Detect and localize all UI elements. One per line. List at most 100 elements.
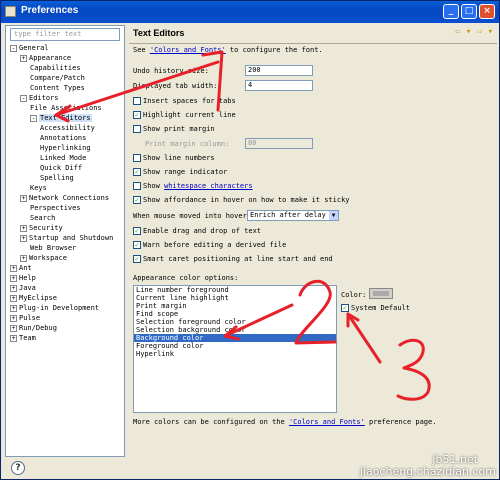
color-list-item[interactable]: Current line highlight — [134, 294, 336, 302]
insert-spaces-checkbox[interactable]: Insert spaces for tabs — [133, 97, 236, 105]
check-icon[interactable]: ✓ — [133, 111, 141, 119]
tree-item-label: Help — [19, 274, 36, 282]
appearance-color-list[interactable]: Line number foreground Current line highl… — [133, 285, 337, 413]
tree-item[interactable]: Annotations — [40, 133, 86, 143]
expand-icon[interactable]: + — [10, 294, 17, 302]
tree-item[interactable]: Content Types — [30, 83, 85, 93]
warn-derived-checkbox[interactable]: ✓ Warn before editing a derived file — [133, 241, 286, 249]
tree-item[interactable]: Compare/Patch — [30, 73, 85, 83]
color-picker-button[interactable] — [369, 288, 393, 299]
tree-item[interactable]: + Help — [10, 273, 36, 283]
color-list-item[interactable]: Background color — [134, 334, 336, 342]
whitespace-checkbox[interactable]: Show whitespace characters — [133, 182, 253, 190]
check-icon[interactable]: ✓ — [133, 227, 141, 235]
tree-item[interactable]: + Appearance — [20, 53, 71, 63]
color-list-item[interactable]: Find scope — [134, 310, 336, 318]
tree-item-label: MyEclipse — [19, 294, 57, 302]
tree-item[interactable]: Quick Diff — [40, 163, 82, 173]
tree-item[interactable]: - Editors — [20, 93, 59, 103]
color-list-item[interactable]: Hyperlink — [134, 350, 336, 358]
checkbox-box[interactable] — [133, 182, 141, 190]
tree-item[interactable]: Capabilities — [30, 63, 81, 73]
tab-width-field[interactable]: 4 — [245, 80, 313, 91]
highlight-line-checkbox[interactable]: ✓ Highlight current line — [133, 111, 236, 119]
close-button[interactable]: × — [479, 4, 495, 19]
color-list-item[interactable]: Selection foreground color — [134, 318, 336, 326]
undo-label: Undo history size: — [133, 67, 209, 75]
expand-icon[interactable]: + — [20, 254, 27, 262]
color-label: Color: — [341, 291, 367, 299]
tree-item[interactable]: + MyEclipse — [10, 293, 57, 303]
expand-icon[interactable]: + — [20, 234, 27, 242]
tree-item[interactable]: + Java — [10, 283, 36, 293]
tree-item[interactable]: + Ant — [10, 263, 32, 273]
check-icon[interactable]: ✓ — [133, 241, 141, 249]
help-icon[interactable]: ? — [11, 461, 25, 475]
check-icon[interactable]: ✓ — [341, 304, 349, 312]
tree-item[interactable]: File Associations — [30, 103, 102, 113]
tree-item-label: Pulse — [19, 314, 41, 322]
tree-item[interactable]: + Startup and Shutdown — [20, 233, 113, 243]
tree-item[interactable]: Web Browser — [30, 243, 76, 253]
system-default-checkbox[interactable]: ✓ System Default — [341, 304, 410, 312]
collapse-icon[interactable]: - — [20, 94, 27, 102]
tree-item[interactable]: Accessibility — [40, 123, 95, 133]
check-icon[interactable]: ✓ — [133, 255, 141, 263]
tree-item[interactable]: + Workspace — [20, 253, 67, 263]
collapse-icon[interactable]: - — [10, 44, 17, 52]
chevron-down-icon[interactable]: ▼ — [329, 211, 338, 220]
tree-item[interactable]: + Pulse — [10, 313, 40, 323]
expand-icon[interactable]: + — [20, 54, 27, 62]
expand-icon[interactable]: + — [10, 264, 17, 272]
color-list-item[interactable]: Line number foreground — [134, 286, 336, 294]
line-numbers-checkbox[interactable]: Show line numbers — [133, 154, 215, 162]
range-indicator-checkbox[interactable]: ✓ Show range indicator — [133, 168, 227, 176]
tree-item[interactable]: Search — [30, 213, 55, 223]
color-list-item[interactable]: Print margin — [134, 302, 336, 310]
expand-icon[interactable]: + — [10, 274, 17, 282]
expand-icon[interactable]: + — [20, 194, 27, 202]
tree-item[interactable]: Spelling — [40, 173, 74, 183]
collapse-icon[interactable]: - — [30, 114, 37, 122]
tree-item[interactable]: + Security — [20, 223, 63, 233]
tree-item[interactable]: - General — [10, 43, 49, 53]
smart-caret-checkbox[interactable]: ✓ Smart caret positioning at line start a… — [133, 255, 333, 263]
filter-input[interactable]: type filter text — [10, 28, 120, 41]
colors-fonts-link[interactable]: 'Colors and Fonts' — [150, 46, 226, 54]
color-list-item[interactable]: Foreground color — [134, 342, 336, 350]
expand-icon[interactable]: + — [10, 304, 17, 312]
colors-fonts-link-bottom[interactable]: 'Colors and Fonts' — [289, 418, 365, 426]
check-icon[interactable]: ✓ — [133, 168, 141, 176]
tree-item[interactable]: Perspectives — [30, 203, 81, 213]
tree-item[interactable]: + Network Connections — [20, 193, 109, 203]
check-icon[interactable]: ✓ — [133, 196, 141, 204]
tree-item[interactable]: + Run/Debug — [10, 323, 57, 333]
dnd-checkbox[interactable]: ✓ Enable drag and drop of text — [133, 227, 261, 235]
print-margin-checkbox[interactable]: Show print margin — [133, 125, 215, 133]
affordance-checkbox[interactable]: ✓ Show affordance in hover on how to make… — [133, 196, 350, 204]
tree-item[interactable]: Hyperlinking — [40, 143, 91, 153]
checkbox-box[interactable] — [133, 125, 141, 133]
title-bar[interactable]: Preferences _ □ × — [1, 1, 499, 23]
minimize-button[interactable]: _ — [443, 4, 459, 19]
tree-item-label: Linked Mode — [40, 154, 87, 162]
maximize-button[interactable]: □ — [461, 4, 477, 19]
whitespace-link[interactable]: whitespace characters — [164, 182, 253, 190]
mouse-hover-combo[interactable]: Enrich after delay ▼ — [247, 210, 339, 221]
expand-icon[interactable]: + — [10, 314, 17, 322]
nav-arrows[interactable]: ⇦ ▾ ⇨ ▾ — [455, 27, 493, 37]
expand-icon[interactable]: + — [10, 324, 17, 332]
tree-item[interactable]: + Team — [10, 333, 36, 343]
checkbox-box[interactable] — [133, 154, 141, 162]
tree-item[interactable]: Linked Mode — [40, 153, 86, 163]
tree-item[interactable]: Keys — [30, 183, 47, 193]
expand-icon[interactable]: + — [10, 334, 17, 342]
color-list-item[interactable]: Selection background color — [134, 326, 336, 334]
expand-icon[interactable]: + — [20, 224, 27, 232]
tree-item-label: Security — [29, 224, 63, 232]
expand-icon[interactable]: + — [10, 284, 17, 292]
tree-item[interactable]: - Text Editors — [30, 113, 92, 123]
tree-item[interactable]: + Plug-in Development — [10, 303, 99, 313]
checkbox-box[interactable] — [133, 97, 141, 105]
undo-history-field[interactable]: 200 — [245, 65, 313, 76]
